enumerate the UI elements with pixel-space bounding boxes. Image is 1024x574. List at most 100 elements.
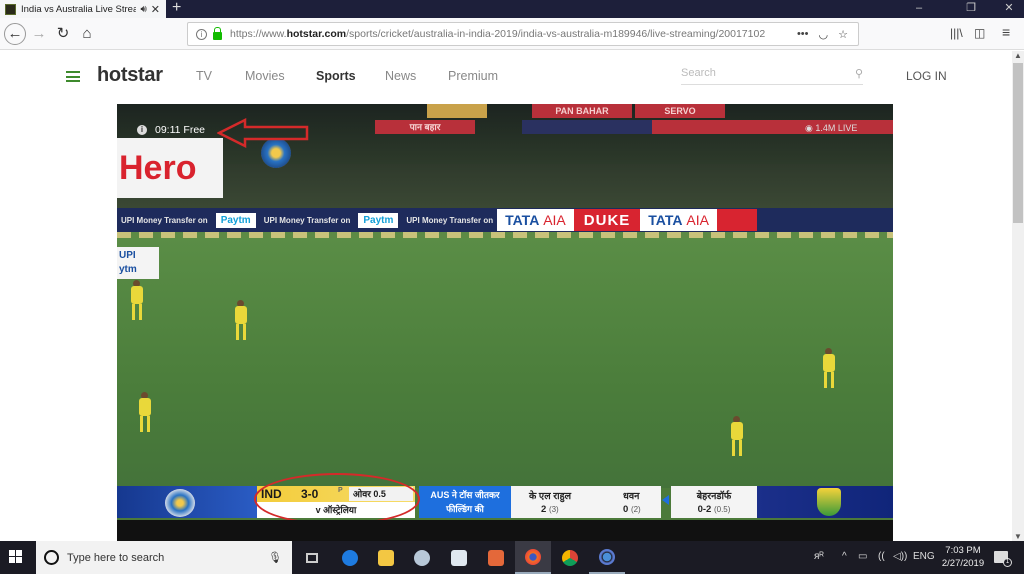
- duke-ad: DUKE: [573, 209, 641, 231]
- people-icon[interactable]: ᴙᴿ: [814, 551, 824, 562]
- task-view-icon[interactable]: [294, 541, 330, 574]
- fielder: [821, 348, 835, 388]
- address-bar[interactable]: i https://www.hotstar.com/sports/cricket…: [187, 22, 859, 46]
- battery-icon[interactable]: ▭: [858, 551, 867, 562]
- hoarding-servo: SERVO: [635, 104, 725, 118]
- upi-hoarding: UPI ytm: [117, 247, 159, 279]
- edge-icon[interactable]: [332, 541, 368, 574]
- tata-aia-ad: TATA AIA: [497, 209, 574, 231]
- action-center-icon[interactable]: 1: [994, 551, 1012, 567]
- batsman-name: के एल राहुल: [529, 491, 572, 502]
- scoreboard: IND 3-0 P ओवर 0.5 v ऑस्ट्रेलिया AUS ने ट…: [117, 484, 893, 520]
- speaker-icon[interactable]: 🔊︎: [140, 4, 146, 15]
- sidebar-icon[interactable]: ◫: [974, 26, 985, 40]
- search-input[interactable]: Search ⚲: [681, 67, 863, 85]
- hero-hoarding: Hero: [117, 138, 223, 198]
- nav-premium[interactable]: Premium: [448, 69, 498, 83]
- cricket-australia-logo-icon: [817, 488, 841, 516]
- taskbar-search-input[interactable]: Type here to search 🎙︎: [36, 541, 292, 574]
- nav-sports[interactable]: Sports: [316, 69, 356, 83]
- fielder: [729, 416, 743, 456]
- hoarding-blue: [522, 120, 652, 134]
- app-icon[interactable]: [589, 541, 625, 574]
- timer-text: 09:11 Free: [155, 124, 206, 136]
- nav-tv[interactable]: TV: [196, 69, 212, 83]
- page-scrollbar[interactable]: ▲ ▼: [1012, 51, 1024, 541]
- close-tab-icon[interactable]: ✕: [151, 3, 160, 16]
- batsman-score: 2 (3): [541, 504, 559, 515]
- language-indicator[interactable]: ENG: [913, 551, 935, 562]
- hamburger-menu-icon[interactable]: [66, 71, 80, 82]
- web-page: hotstar TV Movies Sports News Premium Se…: [0, 51, 1012, 541]
- browser-tab[interactable]: India vs Australia Live Stream 🔊︎ ✕: [0, 0, 166, 18]
- tab-title: India vs Australia Live Stream: [21, 3, 137, 15]
- restore-button[interactable]: ❐: [956, 0, 986, 18]
- menu-icon[interactable]: ≡: [1002, 24, 1010, 40]
- pocket-icon[interactable]: ◡: [819, 28, 829, 41]
- scroll-down-icon[interactable]: ▼: [1012, 532, 1024, 541]
- hoarding: [427, 104, 487, 118]
- file-explorer-icon[interactable]: [368, 541, 404, 574]
- paytm-logo: Paytm: [215, 212, 256, 228]
- login-button[interactable]: LOG IN: [906, 69, 947, 83]
- bowler: बेहरनडॉर्फ 0-2 (0.5): [671, 486, 757, 518]
- scroll-up-icon[interactable]: ▲: [1012, 51, 1024, 60]
- fielder: [137, 392, 151, 432]
- fielder: [233, 300, 247, 340]
- notification-count: 1: [1003, 558, 1012, 567]
- cortana-icon[interactable]: [44, 550, 59, 565]
- bookmark-star-icon[interactable]: ☆: [838, 28, 848, 41]
- back-button[interactable]: ←: [4, 23, 26, 45]
- show-hidden-icons-chevron[interactable]: ^: [842, 551, 847, 562]
- toss-info: AUS ने टॉस जीतकर फील्डिंग की: [419, 486, 511, 518]
- strike-indicator-icon: [662, 495, 669, 505]
- photos-icon[interactable]: [441, 541, 477, 574]
- paytm-logo: Paytm: [358, 212, 399, 228]
- info-icon[interactable]: i: [137, 125, 147, 135]
- reader-icon[interactable]: [478, 541, 514, 574]
- live-viewers: ◉ 1.4M LIVE: [805, 123, 858, 133]
- bowler-figures: 0-2 (0.5): [697, 504, 731, 515]
- search-placeholder: Search: [681, 67, 716, 79]
- close-window-button[interactable]: ✕: [994, 0, 1024, 18]
- forward-button[interactable]: →: [29, 24, 49, 44]
- bowler-name: बेहरनडॉर्फ: [696, 491, 732, 502]
- hoarding-pan-bahar-hindi: पान बहार: [375, 120, 475, 134]
- lock-icon[interactable]: [213, 27, 222, 40]
- minimize-button[interactable]: –: [904, 0, 934, 18]
- search-icon[interactable]: ⚲: [855, 67, 863, 80]
- batsman-name: धवन: [623, 491, 640, 502]
- volume-icon[interactable]: ◁)): [893, 551, 907, 562]
- wifi-icon[interactable]: ((: [878, 551, 885, 562]
- title-bar: India vs Australia Live Stream 🔊︎ ✕ + – …: [0, 0, 1024, 18]
- video-player[interactable]: PAN BAHAR SERVO पान बहार Hero UPI Money …: [117, 104, 893, 541]
- home-button[interactable]: ⌂: [77, 24, 97, 44]
- free-timer: i 09:11 Free: [137, 124, 205, 136]
- hotstar-logo[interactable]: hotstar: [97, 64, 163, 87]
- url-text[interactable]: https://www.hotstar.com/sports/cricket/a…: [230, 28, 797, 40]
- player-controls-area[interactable]: [117, 520, 893, 541]
- paint-icon[interactable]: [404, 541, 440, 574]
- nav-news[interactable]: News: [385, 69, 416, 83]
- site-info-icon[interactable]: i: [196, 28, 207, 40]
- navigation-toolbar: ← → ↻ ⌂ i https://www.hotstar.com/sports…: [0, 18, 1024, 50]
- boundary-ads: UPI Money Transfer on Paytm UPI Money Tr…: [117, 208, 893, 232]
- windows-start-icon[interactable]: [9, 550, 23, 564]
- clock-time: 7:03 PM: [945, 545, 981, 556]
- new-tab-button[interactable]: +: [172, 0, 181, 16]
- tata-aia-ad: TATA AIA: [640, 209, 717, 231]
- cricket-field: [117, 238, 893, 488]
- microphone-icon[interactable]: 🎙︎: [268, 551, 282, 564]
- reload-button[interactable]: ↻: [53, 24, 73, 44]
- clock-date: 2/27/2019: [941, 558, 985, 569]
- library-icon[interactable]: |||\: [950, 26, 963, 40]
- scroll-thumb[interactable]: [1013, 63, 1023, 223]
- chrome-icon[interactable]: [552, 541, 588, 574]
- firefox-icon[interactable]: [515, 541, 551, 574]
- stands: [117, 164, 893, 214]
- annotation-arrow: [217, 118, 309, 148]
- page-actions-icon[interactable]: •••: [797, 28, 809, 40]
- annotation-ellipse: [254, 473, 420, 525]
- system-clock[interactable]: 7:03 PM 2/27/2019: [935, 544, 991, 570]
- nav-movies[interactable]: Movies: [245, 69, 285, 83]
